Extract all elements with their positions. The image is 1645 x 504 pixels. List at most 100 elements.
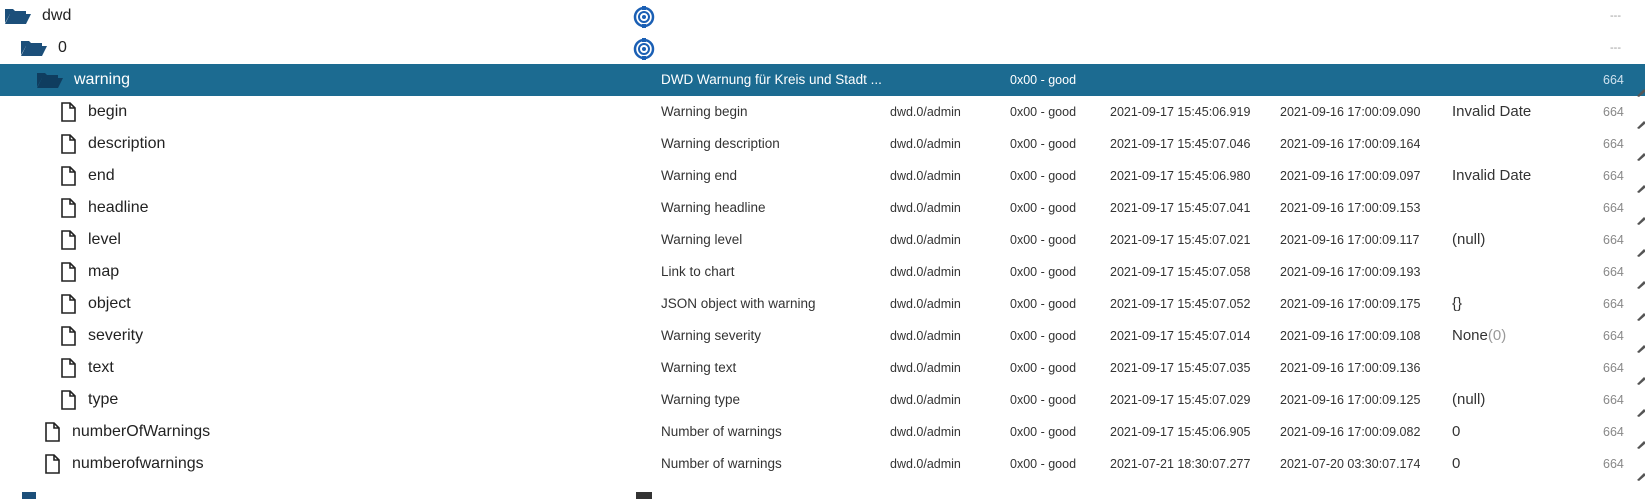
tree-item-label: severity	[88, 327, 144, 344]
description-cell: Warning description	[661, 136, 780, 151]
value-cell[interactable]: 0	[1452, 448, 1460, 480]
file-icon	[42, 422, 70, 442]
pencil-icon[interactable]	[1636, 372, 1645, 385]
last-change-cell: 2021-09-16 17:00:09.193	[1280, 265, 1421, 279]
from-cell: dwd.0/admin	[890, 425, 961, 439]
file-icon	[58, 166, 86, 186]
from-cell: dwd.0/admin	[890, 265, 961, 279]
tree-row-map[interactable]: map Link to chart dwd.0/admin 0x00 - goo…	[0, 256, 1645, 289]
folder-open-icon[interactable]	[4, 6, 32, 26]
value-cell[interactable]: Invalid Date	[1452, 160, 1531, 192]
tree-row-description[interactable]: description Warning description dwd.0/ad…	[0, 128, 1645, 161]
status-cell: 0x00 - good	[1010, 425, 1077, 439]
dwd-instance-icon	[633, 38, 655, 60]
file-icon	[58, 102, 86, 122]
timestamp-cell: 2021-09-17 15:45:07.041	[1110, 201, 1251, 215]
pencil-icon[interactable]	[1636, 212, 1645, 225]
tree-row-type[interactable]: type Warning type dwd.0/admin 0x00 - goo…	[0, 384, 1645, 417]
status-cell: 0x00 - good	[1010, 233, 1077, 247]
file-icon	[58, 134, 86, 154]
tree-row-dwd[interactable]: dwd ---	[0, 0, 1645, 32]
pencil-icon[interactable]	[1636, 436, 1645, 449]
value-cell[interactable]: {}	[1452, 288, 1462, 320]
acl-value: 664	[1603, 361, 1624, 375]
file-icon	[58, 326, 86, 346]
from-cell: dwd.0/admin	[890, 169, 961, 183]
pencil-icon[interactable]	[1636, 308, 1645, 321]
last-change-cell: 2021-09-16 17:00:09.153	[1280, 201, 1421, 215]
description-cell: Number of warnings	[661, 424, 782, 439]
pencil-icon[interactable]	[1636, 468, 1645, 481]
from-cell: dwd.0/admin	[890, 297, 961, 311]
folder-open-icon[interactable]	[20, 38, 48, 58]
value-cell[interactable]: Invalid Date	[1452, 96, 1531, 128]
value-cell[interactable]: (null)	[1452, 224, 1485, 256]
pencil-icon[interactable]	[1636, 116, 1645, 129]
file-icon	[636, 486, 652, 504]
from-cell: dwd.0/admin	[890, 105, 961, 119]
tree-item-label: level	[88, 231, 121, 248]
status-cell: 0x00 - good	[1010, 169, 1077, 183]
tree-item-label: object	[88, 295, 131, 312]
pencil-icon[interactable]	[1636, 180, 1645, 193]
timestamp-cell: 2021-09-17 15:45:07.035	[1110, 361, 1251, 375]
tree-row-text[interactable]: text Warning text dwd.0/admin 0x00 - goo…	[0, 352, 1645, 385]
acl-value: 664	[1603, 425, 1624, 439]
tree-row-warning[interactable]: warning DWD Warnung für Kreis und Stadt …	[0, 64, 1645, 97]
value-cell[interactable]: None(0)	[1452, 320, 1506, 352]
acl-value: 664	[1603, 297, 1624, 311]
tree-row-level[interactable]: level Warning level dwd.0/admin 0x00 - g…	[0, 224, 1645, 257]
tree-row-0[interactable]: 0 ---	[0, 32, 1645, 64]
description-cell: Warning text	[661, 360, 737, 375]
from-cell: dwd.0/admin	[890, 233, 961, 247]
timestamp-cell: 2021-09-17 15:45:06.905	[1110, 425, 1251, 439]
description-cell: Link to chart	[661, 264, 735, 279]
description-cell: DWD Warnung für Kreis und Stadt ...	[661, 72, 882, 87]
file-icon	[58, 262, 86, 282]
last-change-cell: 2021-09-16 17:00:09.090	[1280, 105, 1421, 119]
from-cell: dwd.0/admin	[890, 457, 961, 471]
pencil-icon[interactable]	[1636, 84, 1645, 97]
tree-item-label: numberofwarnings	[72, 455, 204, 472]
tree-row-headline[interactable]: headline Warning headline dwd.0/admin 0x…	[0, 192, 1645, 225]
description-cell: Warning begin	[661, 104, 748, 119]
from-cell: dwd.0/admin	[890, 393, 961, 407]
timestamp-cell: 2021-09-17 15:45:06.919	[1110, 105, 1251, 119]
pencil-icon[interactable]	[1636, 244, 1645, 257]
tree-item-label: numberOfWarnings	[72, 423, 211, 440]
tree-row-end[interactable]: end Warning end dwd.0/admin 0x00 - good …	[0, 160, 1645, 193]
description-cell: Warning headline	[661, 200, 766, 215]
tree-row-numberofwarnings[interactable]: numberofwarnings Number of warnings dwd.…	[0, 448, 1645, 481]
pencil-icon[interactable]	[1636, 148, 1645, 161]
timestamp-cell: 2021-09-17 15:45:07.046	[1110, 137, 1251, 151]
value-cell[interactable]: 0	[1452, 416, 1460, 448]
acl-value: ---	[1610, 10, 1621, 22]
status-cell: 0x00 - good	[1010, 201, 1077, 215]
timestamp-cell: 2021-09-17 15:45:07.058	[1110, 265, 1251, 279]
tree-row-object[interactable]: object JSON object with warning dwd.0/ad…	[0, 288, 1645, 321]
last-change-cell: 2021-07-20 03:30:07.174	[1280, 457, 1421, 471]
tree-item-label: map	[88, 263, 120, 280]
timestamp-cell: 2021-09-17 15:45:07.029	[1110, 393, 1251, 407]
status-cell: 0x00 - good	[1010, 361, 1077, 375]
status-cell: 0x00 - good	[1010, 457, 1077, 471]
pencil-icon[interactable]	[1636, 340, 1645, 353]
from-cell: dwd.0/admin	[890, 201, 961, 215]
pencil-icon[interactable]	[1636, 404, 1645, 417]
tree-item-label: type	[88, 391, 119, 408]
description-cell: Warning severity	[661, 328, 762, 343]
acl-value: 664	[1603, 233, 1624, 247]
pencil-icon[interactable]	[1636, 276, 1645, 289]
tree-row-severity[interactable]: severity Warning severity dwd.0/admin 0x…	[0, 320, 1645, 353]
tree-item-label: headline	[88, 199, 149, 216]
tree-row-numberOfWarnings[interactable]: numberOfWarnings Number of warnings dwd.…	[0, 416, 1645, 449]
value-cell[interactable]: (null)	[1452, 384, 1485, 416]
tree-row-begin[interactable]: begin Warning begin dwd.0/admin 0x00 - g…	[0, 96, 1645, 129]
file-icon	[58, 294, 86, 314]
acl-value: 664	[1603, 137, 1624, 151]
folder-open-icon[interactable]	[36, 70, 64, 90]
status-cell: 0x00 - good	[1010, 105, 1077, 119]
acl-value: 664	[1603, 265, 1624, 279]
description-cell: JSON object with warning	[661, 296, 816, 311]
timestamp-cell: 2021-07-21 18:30:07.277	[1110, 457, 1251, 471]
